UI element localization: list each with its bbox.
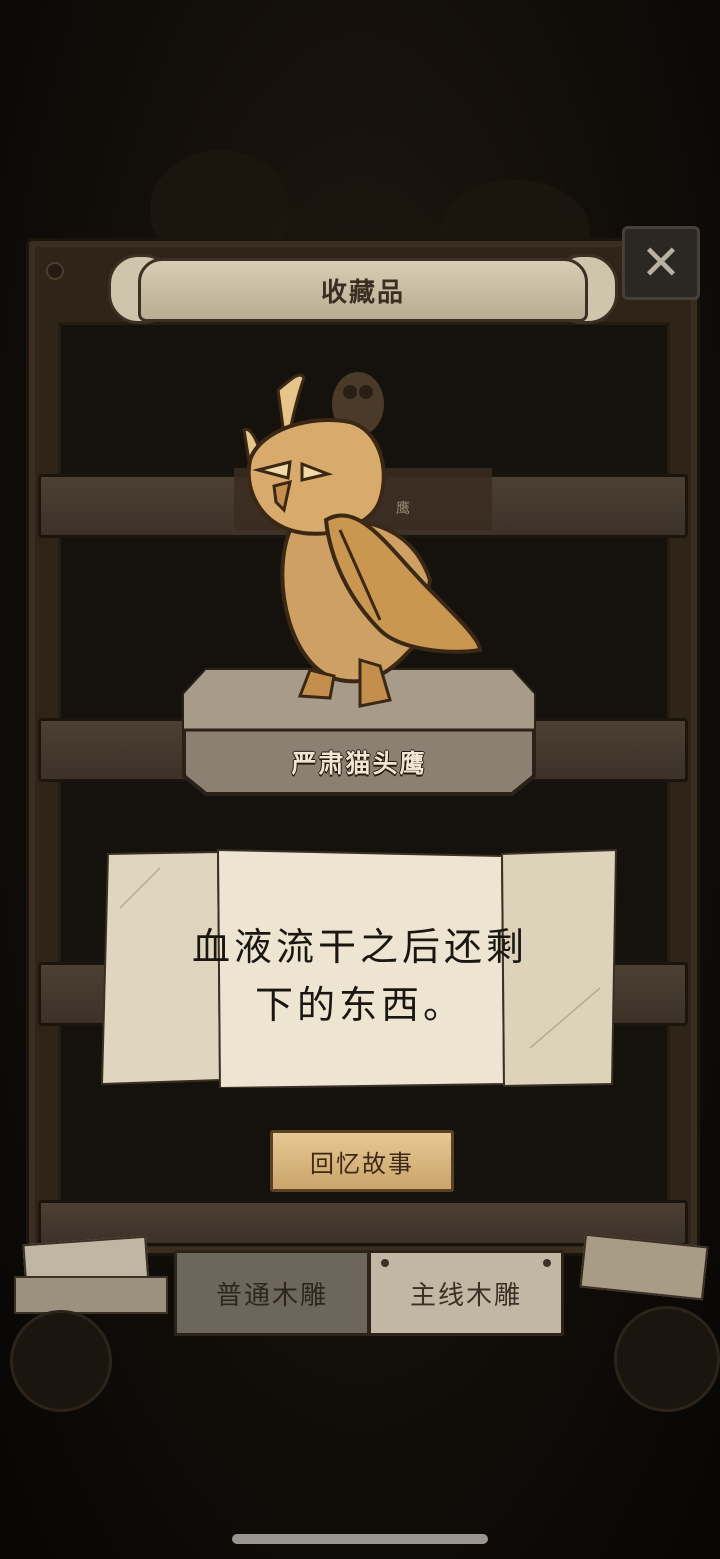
title-banner: 收藏品: [108, 250, 618, 324]
close-icon: ✕: [640, 235, 682, 291]
banner-body: 收藏品: [138, 258, 588, 322]
tab-normal-carvings[interactable]: 普通木雕: [174, 1250, 370, 1336]
paper-rubble: [14, 1276, 168, 1314]
item-description-line: 下的东西。: [254, 983, 465, 1027]
tab-main-carvings[interactable]: 主线木雕: [368, 1250, 564, 1336]
recall-story-button[interactable]: 回忆故事: [270, 1130, 454, 1192]
door-icon[interactable]: [10, 1310, 112, 1412]
owl-carving: [242, 373, 483, 708]
close-button[interactable]: ✕: [622, 226, 700, 300]
tab-label: 普通木雕: [215, 1280, 328, 1311]
cabinet-bolt: [46, 262, 64, 280]
item-description-line: 血液流干之后还剩: [191, 925, 528, 969]
home-indicator[interactable]: [232, 1534, 488, 1544]
axe-icon[interactable]: [614, 1306, 720, 1412]
item-description: 血液流干之后还剩 下的东西。: [150, 918, 570, 1034]
item-name: 严肃猫头鹰: [291, 749, 427, 778]
pin: [381, 1259, 389, 1267]
pin: [543, 1259, 551, 1267]
page-title: 收藏品: [320, 277, 405, 308]
tab-label: 主线木雕: [409, 1280, 522, 1311]
